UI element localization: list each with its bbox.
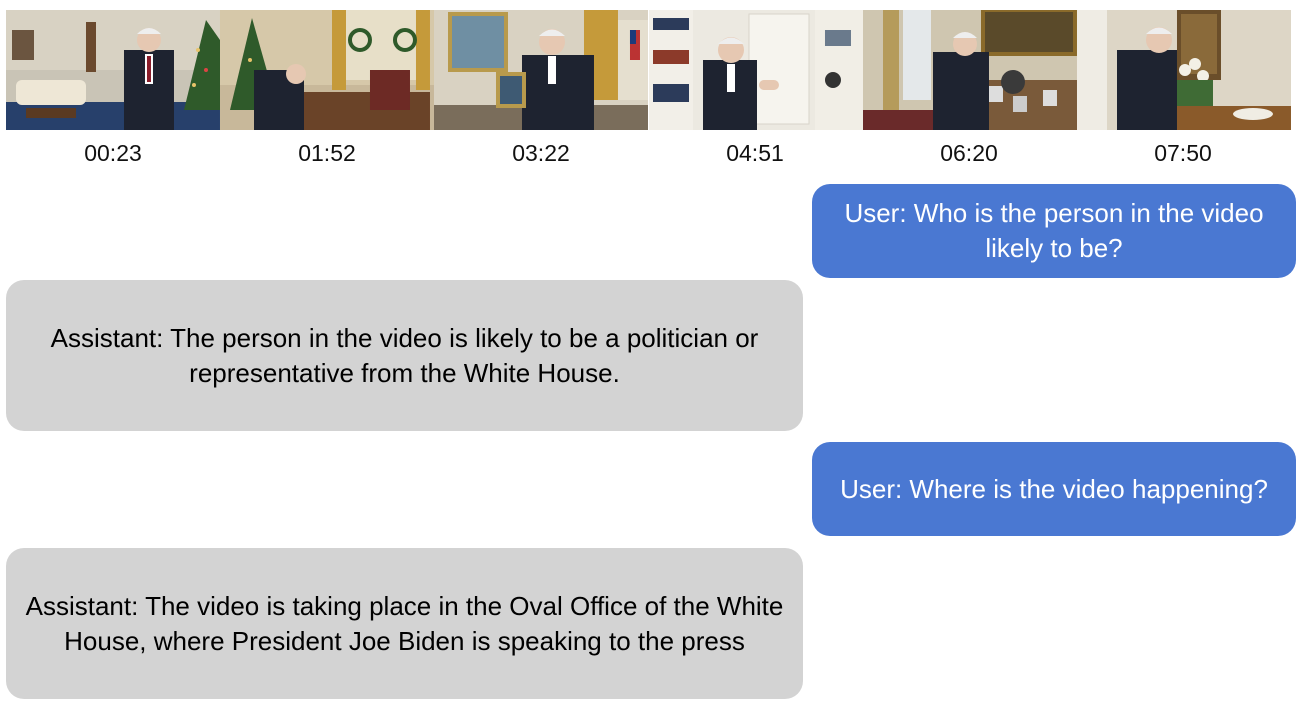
video-frame-4 [648, 10, 863, 130]
video-frames-strip [6, 10, 1291, 130]
assistant-message-bubble: Assistant: The person in the video is li… [6, 280, 803, 431]
assistant-message-text: Assistant: The video is taking place in … [25, 590, 784, 656]
user-message-text: User: Who is the person in the video lik… [844, 198, 1264, 263]
user-message-bubble: User: Who is the person in the video lik… [812, 184, 1296, 278]
video-frame-3 [434, 10, 649, 130]
user-message-bubble: User: Where is the video happening? [812, 442, 1296, 536]
timestamps-row: 00:23 01:52 03:22 04:51 06:20 07:50 [6, 140, 1291, 166]
video-frame-6 [1076, 10, 1291, 130]
frame-timestamp: 03:22 [512, 140, 570, 166]
video-frame-2 [220, 10, 435, 130]
user-message-text: User: Where is the video happening? [840, 473, 1268, 504]
assistant-message-text: Assistant: The person in the video is li… [50, 322, 759, 388]
video-frame-1 [6, 10, 220, 130]
frame-timestamp: 07:50 [1154, 140, 1212, 166]
frame-timestamp: 04:51 [726, 140, 784, 166]
frame-timestamp: 00:23 [84, 140, 142, 166]
assistant-message-bubble: Assistant: The video is taking place in … [6, 548, 803, 699]
video-frame-5 [862, 10, 1077, 130]
frame-timestamp: 01:52 [298, 140, 356, 166]
frame-timestamp: 06:20 [940, 140, 998, 166]
